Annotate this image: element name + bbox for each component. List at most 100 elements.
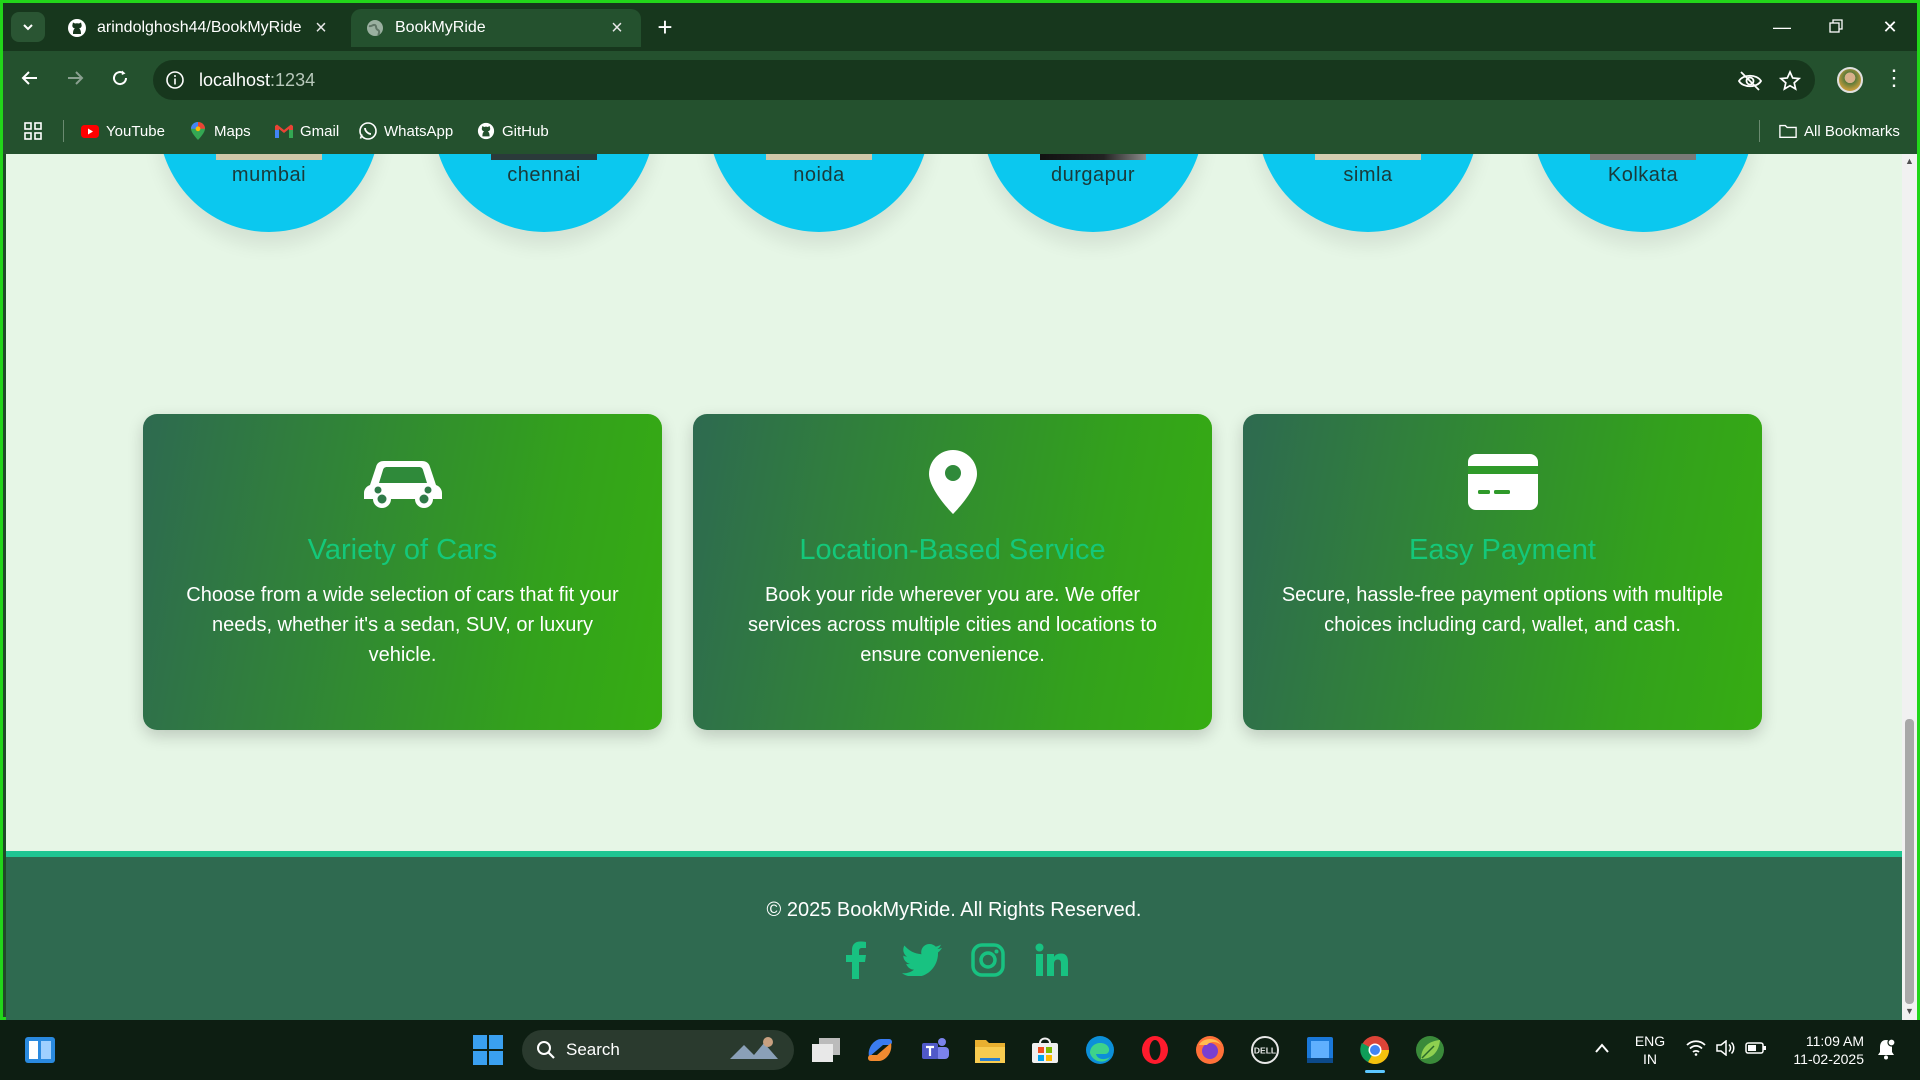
city-image [1590, 154, 1696, 160]
bookmark-label: Gmail [300, 122, 340, 140]
bookmark-gmail[interactable]: Gmail [275, 120, 339, 142]
task-view-icon[interactable] [808, 1032, 844, 1068]
chrome-icon[interactable] [1357, 1032, 1393, 1073]
feature-card-cars: Variety of Cars Choose from a wide selec… [143, 414, 662, 730]
minimize-button[interactable]: — [1755, 9, 1809, 45]
firefox-icon[interactable] [1192, 1032, 1228, 1068]
search-icon [537, 1041, 555, 1059]
taskbar-search[interactable]: Search [522, 1030, 794, 1070]
url-host: localhost [199, 70, 271, 90]
browser-toolbar: localhost:1234 ⋮ [3, 51, 1917, 108]
feature-title: Variety of Cars [307, 534, 498, 566]
city-card-chennai[interactable]: chennai [433, 154, 655, 232]
city-image [1040, 154, 1146, 160]
car-icon [363, 450, 443, 514]
gmail-icon [275, 122, 293, 140]
linkedin-icon[interactable] [1033, 941, 1071, 979]
bookmark-label: WhatsApp [384, 122, 454, 140]
city-card-noida[interactable]: noida [708, 154, 930, 232]
arrow-right-icon [68, 71, 84, 85]
page-footer: © 2025 BookMyRide. All Rights Reserved. [6, 851, 1902, 1020]
copyright-text: © 2025 BookMyRide. All Rights Reserved. [766, 899, 1142, 921]
wifi-icon[interactable] [1686, 1040, 1706, 1060]
tab-bookmyride[interactable]: BookMyRide × [351, 9, 641, 47]
close-window-button[interactable]: ✕ [1863, 9, 1917, 45]
search-highlight-icon [724, 1033, 784, 1068]
svg-text:DELL: DELL [1254, 1046, 1276, 1056]
twitter-icon[interactable] [901, 941, 943, 979]
city-image [216, 154, 322, 160]
star-icon[interactable] [1778, 69, 1805, 92]
apps-grid-icon[interactable] [23, 120, 43, 142]
tab-github[interactable]: arindolghosh44/BookMyRide × [53, 9, 345, 47]
scroll-up-arrow[interactable]: ▲ [1904, 156, 1915, 166]
feature-description: Choose from a wide selection of cars tha… [186, 584, 619, 666]
eye-off-icon[interactable] [1737, 70, 1763, 92]
close-icon[interactable]: × [607, 17, 627, 40]
bookmark-youtube[interactable]: YouTube [81, 120, 165, 142]
forward-button[interactable] [60, 65, 90, 95]
city-card-simla[interactable]: simla [1257, 154, 1479, 232]
restore-icon [1829, 19, 1843, 33]
tab-search-button[interactable] [11, 12, 45, 42]
menu-kebab-icon[interactable]: ⋮ [1883, 65, 1905, 91]
bookmark-label: GitHub [502, 122, 549, 140]
page-scrollbar[interactable]: ▲ ▼ [1902, 154, 1917, 1020]
feature-title: Easy Payment [1409, 534, 1596, 566]
globe-icon [365, 18, 385, 38]
scroll-thumb[interactable] [1905, 719, 1914, 1004]
file-explorer-icon[interactable] [972, 1032, 1008, 1068]
reload-button[interactable] [105, 65, 135, 95]
app-window-icon[interactable] [1302, 1032, 1338, 1068]
tray-expand-icon[interactable] [1594, 1041, 1610, 1059]
bookmark-label: Maps [214, 122, 251, 140]
city-name: Kolkata [1607, 164, 1679, 186]
close-icon[interactable]: × [311, 17, 331, 40]
opera-icon[interactable] [1137, 1032, 1173, 1068]
all-bookmarks-button[interactable]: All Bookmarks [1779, 120, 1900, 142]
feature-description: Book your ride wherever you are. We offe… [747, 584, 1158, 666]
dell-icon[interactable]: DELL [1247, 1032, 1283, 1068]
site-info-icon[interactable] [165, 70, 185, 90]
city-card-kolkata[interactable]: Kolkata [1532, 154, 1754, 232]
language-indicator[interactable]: ENG IN [1630, 1032, 1670, 1068]
microsoft-store-icon[interactable] [1027, 1032, 1063, 1068]
language-code: ENG [1634, 1033, 1666, 1049]
bookmark-github[interactable]: GitHub [477, 120, 549, 142]
restore-button[interactable] [1809, 9, 1863, 45]
back-button[interactable] [15, 65, 45, 95]
bookmark-label: YouTube [106, 122, 165, 140]
scroll-down-arrow[interactable]: ▼ [1904, 1006, 1915, 1016]
city-image [491, 154, 597, 160]
windows-start-icon[interactable] [470, 1032, 506, 1068]
widgets-icon[interactable] [22, 1032, 58, 1068]
instagram-icon[interactable] [969, 941, 1007, 979]
leaf-app-icon[interactable] [1412, 1032, 1448, 1068]
volume-icon[interactable] [1716, 1039, 1736, 1060]
facebook-icon[interactable] [837, 941, 875, 979]
bookmark-whatsapp[interactable]: WhatsApp [359, 120, 453, 142]
copilot-icon[interactable] [862, 1032, 898, 1068]
bookmark-maps[interactable]: Maps [189, 120, 251, 142]
notification-bell-icon[interactable] [1876, 1038, 1896, 1064]
bookmarks-bar: YouTube Maps Gmail WhatsApp GitHub All B… [3, 108, 1917, 154]
new-tab-button[interactable]: + [651, 13, 679, 41]
feature-description: Secure, hassle-free payment options with… [1281, 584, 1724, 636]
city-name: simla [1343, 164, 1393, 186]
edge-icon[interactable] [1082, 1032, 1118, 1068]
battery-icon[interactable] [1745, 1041, 1767, 1059]
tab-label: BookMyRide [395, 19, 486, 36]
city-card-durgapur[interactable]: durgapur [982, 154, 1204, 232]
clock-date: 11-02-2025 [1793, 1051, 1864, 1067]
profile-avatar[interactable] [1837, 67, 1863, 93]
clock[interactable]: 11:09 AM 11-02-2025 [1780, 1032, 1864, 1068]
city-card-mumbai[interactable]: mumbai [158, 154, 380, 232]
address-bar[interactable]: localhost:1234 [153, 60, 1815, 100]
teams-icon[interactable] [917, 1032, 953, 1068]
whatsapp-icon [359, 122, 377, 140]
cities-row: mumbai chennai noida durgapur simla Kolk… [6, 154, 1902, 234]
tab-strip: arindolghosh44/BookMyRide × BookMyRide ×… [3, 3, 1917, 51]
city-name: mumbai [231, 164, 307, 186]
bookmark-label: All Bookmarks [1804, 122, 1900, 140]
windows-taskbar: Search DELL ENG IN 11:09 AM 11-02-2025 [0, 1020, 1920, 1080]
